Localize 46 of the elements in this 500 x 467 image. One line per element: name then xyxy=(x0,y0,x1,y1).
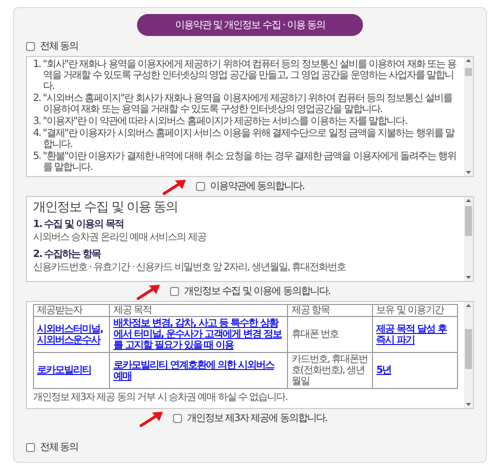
column-header: 보유 및 이용기간 xyxy=(372,304,458,316)
terms-text: 2. "시외버스 홈페이지"란 회사가 재화나 용역을 이용자에게 제공하기 위하여 컴퓨터 등의 정보통신 설비를 이용하여 재화 또는 용역을 거래할 수 있도록 구성한 인터넷상의 영업공간을 말합니다. xyxy=(33,93,454,115)
note-text: 개인정보 제3자 제공 동의 거부 시 승차권 예매 하실 수 없습니다. xyxy=(33,392,288,404)
scrollbar-thumb[interactable] xyxy=(465,329,472,369)
checkbox-label: 이용약관에 동의합니다. xyxy=(210,180,304,193)
block-title: 2. 수집하는 항목 xyxy=(33,249,102,261)
block-title: 1. 수집 및 이용의 목적 xyxy=(33,219,125,231)
page-title: 이용약관 및 개인정보 수집 · 이용 동의 xyxy=(137,14,363,36)
checkbox-label: 전체 동의 xyxy=(40,441,78,454)
checkbox[interactable] xyxy=(196,182,205,191)
checkbox[interactable] xyxy=(172,414,182,423)
section-heading: 개인정보 수집 및 이용 동의 xyxy=(33,200,179,216)
scroll-up-icon[interactable] xyxy=(466,199,471,202)
terms-text: 3. "이용자"란 이 약관에 따라 시외버스 홈페이지가 제공하는 서비스를 이용하는 자를 말합니다. xyxy=(33,116,408,127)
table-link[interactable]: 로카모빌리티 xyxy=(34,352,110,388)
column-header: 제공받는자 xyxy=(34,304,110,316)
table-link[interactable]: 시외버스터미널, 시외버스운수사 xyxy=(34,316,110,352)
column-header: 제공 항목 xyxy=(288,304,373,316)
scroll-down-icon[interactable] xyxy=(466,276,471,279)
scrollbar[interactable] xyxy=(464,197,473,281)
scrollbar-thumb[interactable] xyxy=(465,206,472,236)
table-cell: 카드번호, 휴대폰번호(전화번호), 생년월일 xyxy=(288,352,373,388)
scroll-up-icon[interactable] xyxy=(466,304,471,307)
column-header: 제공 목적 xyxy=(110,304,288,316)
scrollbar-thumb[interactable] xyxy=(465,68,472,76)
scrollbar[interactable] xyxy=(464,57,473,176)
scroll-up-icon[interactable] xyxy=(466,59,471,62)
checkbox-label: 개인정보 수집 및 이용에 동의합니다. xyxy=(184,285,330,298)
scrollbar[interactable] xyxy=(464,302,473,408)
checkbox-label: 전체 동의 xyxy=(40,40,78,53)
table-link[interactable]: 배차정보 변경, 감차, 사고 등 특수한 상황에서 터미널, 운수사가 고객에게 변경 정보를 고지할 필요가 있을 때 이용 xyxy=(110,316,288,352)
checkbox-label: 개인정보 제3자 제공에 동의합니다. xyxy=(186,412,328,425)
scroll-down-icon[interactable] xyxy=(466,171,471,174)
checkbox[interactable] xyxy=(170,287,180,296)
table-cell: 휴대폰 번호 xyxy=(288,316,373,352)
terms-text: 1. "회사"란 재화나 용역을 이용자에게 제공하기 위하여 컴퓨터 등의 정보통신 설비를 이용하여 재화 또는 용역을 거래할 수 있도록 구성한 인터넷상의 영업 공간을 만들고, 그 영업 공간을 운영하는 사업자를 말합니다. xyxy=(33,59,458,92)
block-text: 시외버스 승차권 온라인 예매 서비스의 제공 xyxy=(33,232,208,244)
table-link[interactable]: 5년 xyxy=(372,352,458,388)
table-link[interactable]: 제공 목적 달성 후 즉시 파기 xyxy=(372,316,458,352)
checkbox[interactable] xyxy=(26,443,35,452)
table-link[interactable]: 로카모빌리티 연계호환에 의한 시외버스 예매 xyxy=(110,352,288,388)
scroll-down-icon[interactable] xyxy=(466,403,471,406)
block-text: 신용카드번호 · 유효기간 · 신용카드 비밀번호 앞 2자리, 생년월일, 휴대전화번호 xyxy=(33,262,347,274)
checkbox[interactable] xyxy=(26,42,35,51)
terms-text: 4. "결제"란 이용자가 시외버스 홈페이지 서비스 이용을 위해 결제수단으로 일정 금액을 지불하는 행위를 말합니다. xyxy=(33,128,456,150)
terms-text: 5. "환불"이란 이용자가 결제한 내역에 대해 취소 요청을 하는 경우 결제한 금액을 이용자에게 돌려주는 행위를 말합니다. xyxy=(33,151,458,173)
